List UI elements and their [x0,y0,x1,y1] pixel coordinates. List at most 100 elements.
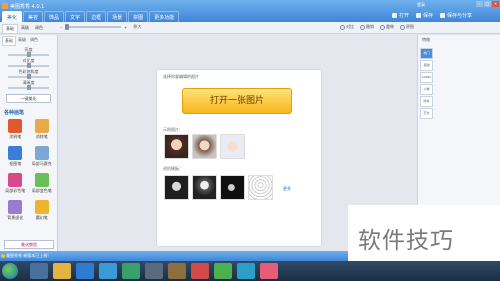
blur-background-icon [8,200,23,214]
magic-pen-icon [34,200,49,214]
effects-tab-lomo[interactable]: LOMO [420,72,433,83]
brightness-slider[interactable]: 亮度 [4,47,53,58]
redo-icon [380,24,385,30]
tool-label: 涂鸦笔 [9,134,22,139]
one-click-beautify-button[interactable]: 一键美化 [6,94,51,103]
minimize-button[interactable]: - [476,1,483,7]
meitu-taskbar-icon[interactable] [260,263,278,279]
undo-button[interactable]: 撤销 [360,24,374,30]
open-image-card: 选择你要编辑的图片 打开一张图片 示例图片: 进阶模板: 更多 [156,69,322,247]
redo-button[interactable]: 重做 [380,24,394,30]
template-images [164,175,276,200]
tab-collage[interactable]: 拼图 [128,11,149,22]
tab-scene[interactable]: 场景 [107,11,128,22]
zoom-in-icon[interactable]: + [124,25,127,30]
effects-tab-portrait[interactable]: 人像 [420,84,433,95]
tutorial-button[interactable]: 美化教程 [4,240,54,249]
login-link[interactable]: 登录 [417,2,425,8]
color-pen-tool[interactable]: 局部彩色笔 [3,172,28,197]
cutout-icon [8,146,23,160]
save-share-action[interactable]: 保存与分享 [439,12,472,19]
maximize-button[interactable]: □ [484,1,491,7]
magic-pen-tool[interactable]: 魔幻笔 [30,199,55,224]
original-button[interactable]: 原图 [400,24,414,30]
template-image[interactable] [192,175,217,200]
app-taskbar-icon[interactable] [237,263,255,279]
mosaic-tool[interactable]: 局部马赛克 [30,145,55,170]
templates-label: 进阶模板: [163,166,181,171]
slider-knob[interactable] [27,52,31,57]
template-image[interactable] [248,175,273,200]
zoom-slider-knob[interactable] [65,24,69,30]
panel-tab-color[interactable]: 调色 [28,36,40,46]
slider-knob[interactable] [27,85,31,90]
template-image[interactable] [220,175,245,200]
actual-size-button[interactable]: 原大 [133,24,141,30]
folder-taskbar-icon[interactable] [53,263,71,279]
zoom-out-icon[interactable]: – [60,25,62,30]
sub-tab-basic[interactable]: 基础 [2,24,18,34]
effects-tab-popular[interactable]: 热门 [420,48,433,59]
folder-icon [391,13,397,18]
sample-image[interactable] [192,134,217,159]
sample-image[interactable] [164,134,189,159]
cutout-pen-tool[interactable]: 抠图笔 [3,145,28,170]
compare-label: 对比 [346,24,354,29]
open-image-button[interactable]: 打开一张图片 [182,88,292,114]
tab-accessories[interactable]: 饰品 [44,11,65,22]
sample-images-label: 示例图片: [163,127,181,132]
windows-taskbar [0,261,500,281]
tool-label: 消除笔 [35,134,48,139]
start-button-icon[interactable] [2,263,18,279]
adjust-panel: 基础 高级 调色 亮度 对比度 色彩饱和度 清晰度 一键美化 各种画笔 涂鸦笔 … [0,35,58,251]
sub-tab-color[interactable]: 调色 [32,24,46,34]
slider-knob[interactable] [27,63,31,68]
explorer-taskbar-icon[interactable] [30,263,48,279]
doodle-pen-tool[interactable]: 涂鸦笔 [3,118,28,143]
sample-image[interactable] [220,134,245,159]
tool-label: 局部变色笔 [31,188,52,193]
panel-tab-advanced[interactable]: 高级 [16,36,28,46]
panel-tab-basic[interactable]: 基础 [2,36,16,46]
saturation-slider[interactable]: 色彩饱和度 [4,69,53,80]
eraser-pen-tool[interactable]: 消除笔 [30,118,55,143]
slider-knob[interactable] [27,74,31,79]
tab-text[interactable]: 文字 [65,11,86,22]
status-message[interactable]: 美图秀秀 新版本已上线! [6,253,49,259]
eraser-icon [34,119,49,133]
recolor-pen-tool[interactable]: 局部变色笔 [30,172,55,197]
save-action-label: 保存 [422,13,433,19]
app-taskbar-icon[interactable] [214,263,232,279]
open-action[interactable]: 打开 [391,12,409,19]
editing-toolbar: 基础 高级 调色 – + 原大 对比 撤销 重做 原图 [0,22,500,34]
template-image[interactable] [164,175,189,200]
more-templates-link[interactable]: 更多 [283,186,291,192]
watermark: 软件技巧 [348,205,500,261]
contrast-slider[interactable]: 对比度 [4,58,53,69]
tab-beauty[interactable]: 美容 [23,11,44,22]
effects-tab-fashion[interactable]: 时尚 [420,96,433,107]
app-title: 美图秀秀 4.0.1 [10,4,45,10]
sub-tab-advanced[interactable]: 高级 [18,24,32,34]
app-taskbar-icon[interactable] [191,263,209,279]
compare-button[interactable]: 对比 [340,24,354,30]
zoom-slider[interactable] [65,24,121,30]
effects-category-tabs: 热门 基础 LOMO 人像 时尚 艺术 [420,48,433,120]
title-bar: 美图秀秀 4.0.1 登录 - □ × 美化 美容 饰品 文字 边框 场景 拼图… [0,0,500,22]
sharpness-slider[interactable]: 清晰度 [4,80,53,91]
undo-icon [360,24,365,30]
tab-more-features[interactable]: 更多功能 [149,11,180,22]
word-taskbar-icon[interactable] [76,263,94,279]
tab-beautify[interactable]: 美化 [2,11,23,22]
close-button[interactable]: × [492,1,499,7]
effects-tab-basic[interactable]: 基础 [420,60,433,71]
tab-border[interactable]: 边框 [86,11,107,22]
app-taskbar-icon[interactable] [168,263,186,279]
tool-label: 局部马赛克 [31,161,52,166]
browser-taskbar-icon[interactable] [99,263,117,279]
background-blur-tool[interactable]: 背景虚化 [3,199,28,224]
effects-tab-art[interactable]: 艺术 [420,108,433,119]
app-taskbar-icon[interactable] [145,263,163,279]
save-action[interactable]: 保存 [415,12,433,19]
app-taskbar-icon[interactable] [122,263,140,279]
